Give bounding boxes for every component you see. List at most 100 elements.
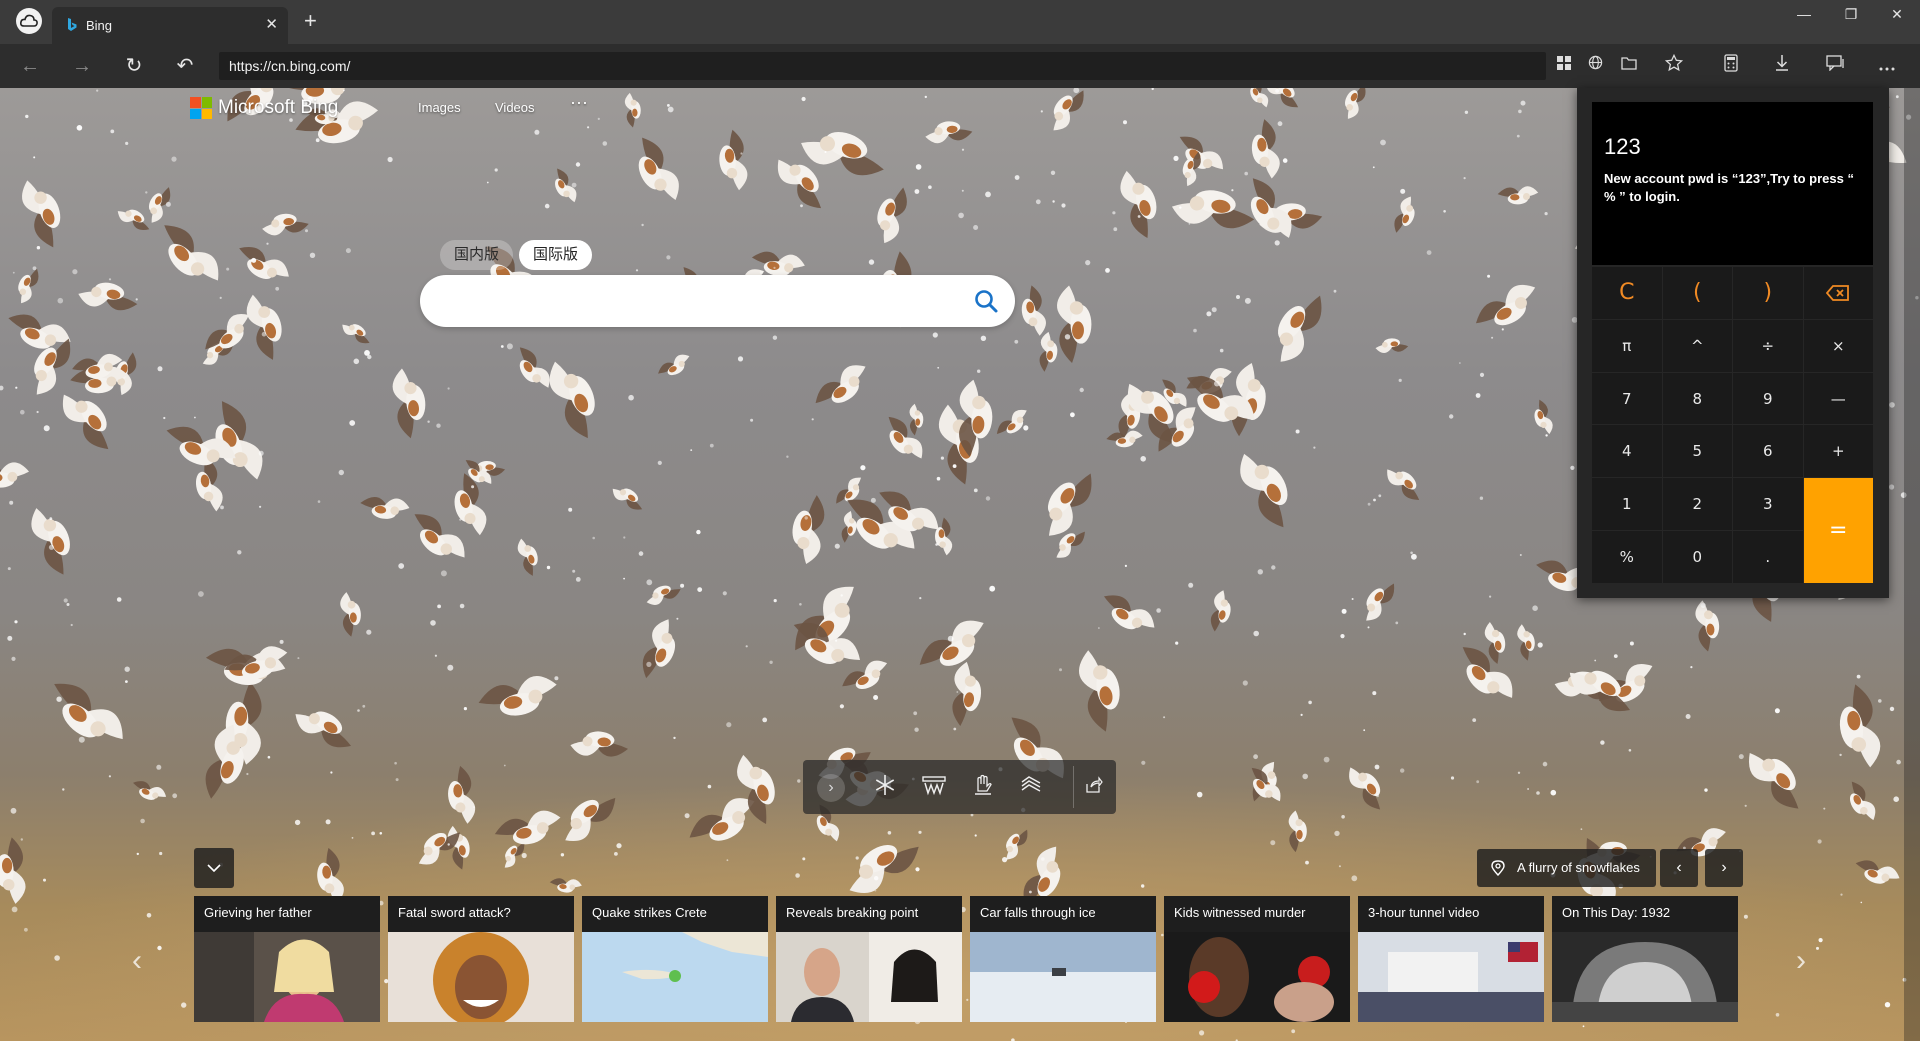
collections-icon[interactable]: [1617, 52, 1641, 80]
news-carousel: Grieving her father Fatal sword attack? …: [194, 896, 1740, 1022]
news-card-title: Quake strikes Crete: [592, 905, 707, 920]
news-thumbnail: [388, 932, 574, 1022]
search-input[interactable]: [444, 287, 944, 315]
search-icon[interactable]: [973, 288, 999, 314]
calculator-keypad: C ( ) π ^ ÷ × 7 8 9 — 4 5 6 + 1 2 3 = % …: [1592, 267, 1873, 583]
news-thumbnail: [194, 932, 380, 1022]
news-card[interactable]: On This Day: 1932: [1552, 896, 1738, 1022]
news-thumbnail: [970, 932, 1156, 1022]
bing-logo[interactable]: Microsoft Bing: [190, 97, 338, 119]
key-plus[interactable]: +: [1803, 425, 1873, 478]
title-bar: Bing ✕ + — ❐ ✕: [0, 0, 1920, 44]
key-3[interactable]: 3: [1733, 478, 1803, 531]
region-toggle: 国内版 国际版: [440, 240, 593, 270]
snowflake-icon[interactable]: [871, 774, 899, 802]
collapse-news-button[interactable]: [194, 848, 234, 888]
image-info-button[interactable]: A flurry of snowflakes: [1477, 849, 1656, 887]
image-toolbar: ›: [803, 760, 1116, 814]
tab-title: Bing: [86, 18, 113, 33]
key-percent[interactable]: %: [1592, 531, 1662, 583]
restore-button[interactable]: ❐: [1831, 6, 1871, 23]
key-equals[interactable]: =: [1803, 478, 1873, 583]
news-thumbnail: [1164, 932, 1350, 1022]
key-clear[interactable]: C: [1592, 267, 1662, 319]
news-card[interactable]: Fatal sword attack?: [388, 896, 574, 1022]
key-6[interactable]: 6: [1733, 425, 1803, 478]
key-divide[interactable]: ÷: [1733, 319, 1803, 372]
back-button[interactable]: ←: [18, 54, 42, 78]
region-domestic-button[interactable]: 国内版: [440, 240, 514, 270]
close-window-button[interactable]: ✕: [1877, 6, 1917, 23]
layers-icon[interactable]: [1017, 774, 1045, 802]
news-card-title: Fatal sword attack?: [398, 905, 511, 920]
calculator-display: 123 New account pwd is “123”,Try to pres…: [1592, 102, 1873, 265]
key-2[interactable]: 2: [1662, 478, 1732, 531]
region-international-button[interactable]: 国际版: [519, 240, 593, 270]
key-pi[interactable]: π: [1592, 319, 1662, 372]
previous-image-button[interactable]: ‹: [1660, 849, 1698, 887]
news-thumbnail: [776, 932, 962, 1022]
nav-videos-link[interactable]: Videos: [495, 100, 535, 115]
page-scrollbar[interactable]: [1904, 88, 1920, 1041]
key-open-paren[interactable]: (: [1662, 267, 1732, 319]
news-card-title: Grieving her father: [204, 905, 312, 920]
hand-icon[interactable]: [969, 774, 997, 802]
translate-icon[interactable]: [1583, 52, 1607, 80]
more-icon[interactable]: [1874, 54, 1900, 78]
minimize-button[interactable]: —: [1784, 6, 1824, 22]
forward-button[interactable]: →: [70, 54, 94, 78]
tab-close-icon[interactable]: ✕: [265, 15, 278, 33]
feedback-icon[interactable]: [1822, 54, 1848, 78]
next-image-button[interactable]: ›: [1705, 849, 1743, 887]
news-previous-icon[interactable]: ‹: [122, 944, 152, 978]
calculator-panel: 123 New account pwd is “123”,Try to pres…: [1577, 88, 1889, 598]
tab-bing[interactable]: Bing ✕: [52, 7, 288, 44]
bing-favicon-icon: [68, 18, 77, 31]
browser-profile-icon[interactable]: [16, 8, 42, 34]
key-8[interactable]: 8: [1662, 372, 1732, 425]
refresh-button[interactable]: ↻: [122, 54, 146, 78]
key-minus[interactable]: —: [1803, 372, 1873, 425]
key-5[interactable]: 5: [1662, 425, 1732, 478]
calculator-message: New account pwd is “123”,Try to press “ …: [1604, 171, 1854, 204]
news-card[interactable]: Reveals breaking point: [776, 896, 962, 1022]
key-9[interactable]: 9: [1733, 372, 1803, 425]
news-card-title: Car falls through ice: [980, 905, 1096, 920]
favorite-icon[interactable]: [1661, 53, 1687, 78]
news-thumbnail: [1552, 932, 1738, 1022]
undo-button[interactable]: ↶: [173, 54, 197, 78]
key-multiply[interactable]: ×: [1803, 319, 1873, 372]
nav-images-link[interactable]: Images: [418, 100, 461, 115]
key-1[interactable]: 1: [1592, 478, 1662, 531]
key-0[interactable]: 0: [1662, 531, 1732, 583]
apps-icon[interactable]: [1552, 52, 1576, 80]
news-card[interactable]: Car falls through ice: [970, 896, 1156, 1022]
calculator-value: 123: [1604, 134, 1641, 159]
new-tab-button[interactable]: +: [304, 10, 317, 32]
news-card[interactable]: Grieving her father: [194, 896, 380, 1022]
url-text[interactable]: https://cn.bing.com/: [229, 58, 350, 74]
key-close-paren[interactable]: ): [1733, 267, 1803, 319]
nav-more-button[interactable]: ···: [570, 92, 588, 113]
news-thumbnail: [1358, 932, 1544, 1022]
news-card[interactable]: Kids witnessed murder: [1164, 896, 1350, 1022]
key-4[interactable]: 4: [1592, 425, 1662, 478]
key-7[interactable]: 7: [1592, 372, 1662, 425]
microsoft-logo-icon: [190, 97, 212, 119]
calculator-icon[interactable]: [1718, 54, 1744, 78]
news-card[interactable]: 3-hour tunnel video: [1358, 896, 1544, 1022]
news-next-icon[interactable]: ›: [1786, 944, 1816, 978]
address-bar[interactable]: https://cn.bing.com/: [219, 52, 1546, 80]
wave-sign-icon[interactable]: [920, 774, 948, 802]
backspace-icon[interactable]: [1803, 267, 1873, 319]
key-power[interactable]: ^: [1662, 319, 1732, 372]
download-icon[interactable]: [1769, 54, 1795, 78]
bing-logo-text: Microsoft Bing: [218, 97, 339, 118]
image-info-text: A flurry of snowflakes: [1517, 860, 1640, 875]
news-thumbnail: [582, 932, 768, 1022]
chevron-right-icon[interactable]: ›: [817, 774, 845, 802]
location-pin-icon: [1491, 860, 1505, 876]
news-card[interactable]: Quake strikes Crete: [582, 896, 768, 1022]
share-icon[interactable]: [1080, 774, 1108, 802]
key-decimal[interactable]: .: [1733, 531, 1803, 583]
